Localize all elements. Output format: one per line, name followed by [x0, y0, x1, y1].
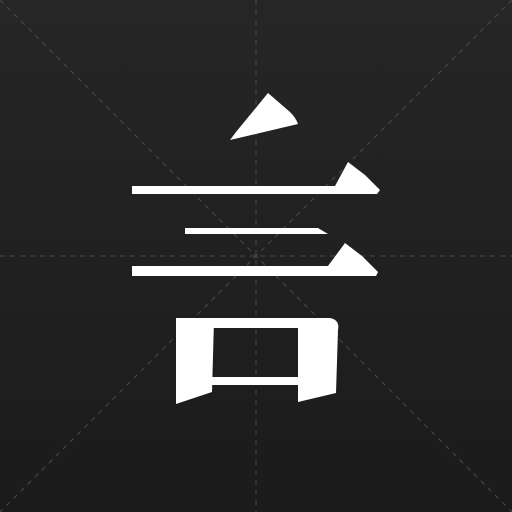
stroke-mouth-left: [176, 318, 214, 404]
stroke-horizontal-2: [185, 228, 328, 234]
stroke-dot: [230, 93, 298, 140]
stroke-horizontal-3: [132, 243, 378, 276]
character-glyph: [132, 93, 380, 404]
stroke-horizontal-1: [132, 162, 380, 194]
app-icon[interactable]: 言: [0, 0, 512, 512]
stroke-mouth-bottom: [212, 377, 298, 385]
